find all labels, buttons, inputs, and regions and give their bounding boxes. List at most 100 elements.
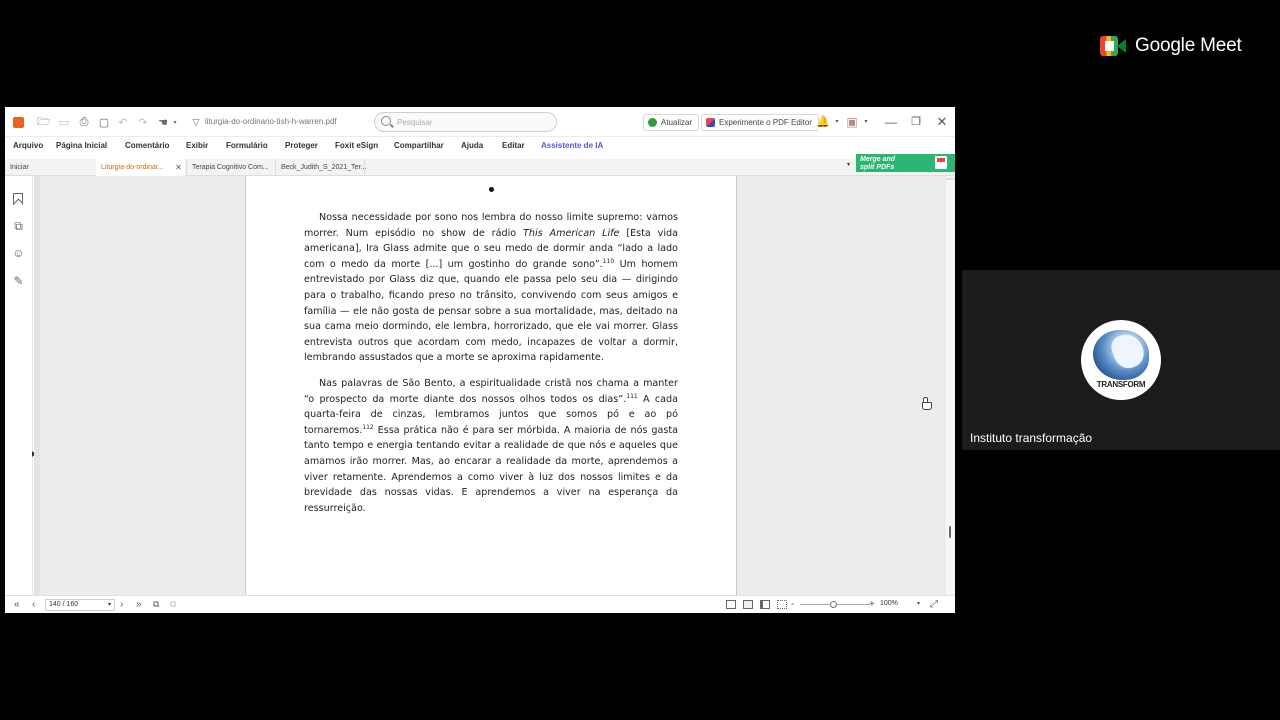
chevron-down-icon[interactable]: ▾: [168, 115, 182, 129]
next-page-icon[interactable]: ›: [120, 599, 123, 610]
menu-editar[interactable]: Editar: [502, 141, 525, 150]
tab-label: Beck_Judith_S_2021_Ter...: [281, 164, 367, 171]
search-placeholder: Pesquisar: [397, 118, 433, 127]
last-page-icon[interactable]: »: [136, 599, 142, 610]
pdf-page[interactable]: Nossa necessidade por sono nos lembra do…: [245, 176, 737, 595]
menu-assistente-ia[interactable]: Assistente de IA: [541, 141, 603, 150]
zoom-out-icon[interactable]: -: [791, 599, 794, 610]
hand-cursor-icon: [922, 397, 932, 410]
menu-comentario[interactable]: Comentário: [125, 141, 169, 150]
p1-text-c: Um homem entrevistado por Glass diz que,…: [304, 258, 678, 364]
zoom-in-icon[interactable]: +: [869, 599, 875, 610]
participant-tile[interactable]: TRANSFORM Instituto transformação: [962, 270, 1280, 450]
footnote-112[interactable]: 112: [362, 424, 373, 431]
previous-view-icon[interactable]: ⧉: [153, 599, 159, 610]
document-filename: liturgia-do-ordinario-tish-h-warren.pdf: [205, 117, 337, 126]
close-icon[interactable]: ✕: [934, 114, 950, 130]
chevron-down-icon[interactable]: ▾: [917, 599, 920, 610]
first-page-icon[interactable]: «: [14, 599, 20, 610]
open-folder-icon[interactable]: 🗁: [37, 115, 51, 129]
scrollbar-top: [946, 178, 955, 180]
pdf-editor-icon: [706, 118, 715, 127]
next-view-icon[interactable]: ⧉: [170, 599, 176, 610]
chevron-down-icon[interactable]: ▾: [829, 114, 845, 130]
thumbnail-view-icon[interactable]: [777, 600, 787, 609]
previous-page-icon[interactable]: ‹: [32, 599, 35, 610]
chevron-down-icon[interactable]: ▾: [108, 600, 111, 610]
update-label: Atualizar: [661, 118, 693, 127]
page-icon[interactable]: ▢: [97, 115, 111, 129]
single-page-view-icon[interactable]: [726, 600, 736, 609]
p2-text-c: Essa prática não é para ser mórbida. A m…: [304, 424, 678, 514]
menu-pagina-inicial[interactable]: Página Inicial: [56, 141, 107, 150]
attachment-icon[interactable]: ✎: [12, 275, 25, 288]
undo-icon[interactable]: ↶: [116, 115, 130, 129]
search-icon: [381, 116, 391, 126]
print-icon[interactable]: ⎙: [77, 115, 91, 129]
pdf-reader-window: 🗁 ▭ ⎙ ▢ ↶ ↷ ☚ ▾ ▽ liturgia-do-ordinario-…: [5, 107, 955, 613]
chevron-down-icon[interactable]: ▾: [858, 114, 874, 130]
menu-foxit-esign[interactable]: Foxit eSign: [335, 141, 378, 150]
document-canvas[interactable]: Nossa necessidade por sono nos lembra do…: [34, 176, 946, 595]
screen: 🗁 ▭ ⎙ ▢ ↶ ↷ ☚ ▾ ▽ liturgia-do-ordinario-…: [0, 0, 1280, 720]
close-tab-icon[interactable]: ✕: [175, 159, 182, 176]
tab-terapia[interactable]: Terapia Cognitivo Com...: [186, 159, 273, 176]
save-icon[interactable]: ▭: [57, 115, 71, 129]
meet-brand-text: Google Meet: [1135, 35, 1242, 56]
menu-arquivo[interactable]: Arquivo: [13, 141, 43, 150]
p1-italic-title: This American Life: [523, 227, 620, 239]
pdf-icon: [935, 156, 947, 169]
try-pdf-editor-label: Experimente o PDF Editor: [719, 118, 812, 127]
minimize-icon[interactable]: —: [883, 114, 899, 130]
tab-label: Terapia Cognitivo Com...: [192, 164, 269, 171]
avatar-logo-text: TRANSFORM: [1096, 380, 1146, 389]
tabs-dropdown-icon[interactable]: ▾: [847, 161, 850, 168]
vertical-scrollbar[interactable]: [946, 176, 955, 595]
try-pdf-editor-button[interactable]: Experimente o PDF Editor: [701, 114, 819, 131]
search-input[interactable]: Pesquisar: [374, 112, 557, 132]
tab-beck[interactable]: Beck_Judith_S_2021_Ter...: [275, 159, 367, 176]
update-icon: [648, 118, 657, 127]
zoom-level[interactable]: 100%: [880, 600, 898, 607]
comments-icon[interactable]: ☺: [12, 247, 25, 260]
bookmark-icon[interactable]: [13, 193, 23, 205]
fullscreen-icon[interactable]: ⤢: [930, 599, 938, 610]
footnote-111[interactable]: 111: [626, 392, 637, 399]
tab-liturgia[interactable]: Liturgia-do-ordinar... ✕: [96, 159, 185, 176]
paragraph-1: Nossa necessidade por sono nos lembra do…: [304, 210, 678, 366]
menu-ajuda[interactable]: Ajuda: [461, 141, 483, 150]
participant-name: Instituto transformação: [970, 431, 1093, 445]
redo-icon[interactable]: ↷: [136, 115, 150, 129]
menu-formulario[interactable]: Formulário: [226, 141, 268, 150]
page-indicator: 140 / 160: [49, 601, 79, 608]
scrollbar-thumb[interactable]: [949, 526, 951, 538]
google-meet-logo: Google Meet: [1100, 35, 1242, 57]
left-panel-bar: ⧉ ☺ ✎: [5, 176, 36, 595]
zoom-slider-handle[interactable]: [830, 601, 837, 608]
menu-compartilhar[interactable]: Compartilhar: [394, 141, 444, 150]
merge-split-banner[interactable]: Merge and split PDFs: [856, 154, 955, 172]
tab-iniciar[interactable]: Iniciar: [5, 159, 96, 176]
restore-icon[interactable]: ❐: [908, 114, 924, 130]
document-tabs: Iniciar Liturgia-do-ordinar... ✕ Terapia…: [5, 159, 955, 176]
tab-label: Iniciar: [10, 164, 29, 171]
update-button[interactable]: Atualizar: [643, 114, 700, 131]
participant-avatar: TRANSFORM: [1081, 320, 1161, 400]
canvas-gutter: [34, 176, 40, 595]
pages-icon[interactable]: ⧉: [12, 220, 25, 233]
menu-bar: Arquivo Página Inicial Comentário Exibir…: [5, 138, 955, 155]
tab-label: Liturgia-do-ordinar...: [101, 164, 164, 171]
meet-camera-icon: [1100, 36, 1126, 56]
footnote-110[interactable]: 110: [603, 258, 614, 265]
status-bar: « ‹ 140 / 160 ▾ › » ⧉ ⧉ - + 100% ▾ ⤢: [5, 595, 955, 613]
facing-view-icon[interactable]: [760, 600, 770, 609]
p2-text-a: Nas palavras de São Bento, a espirituali…: [304, 378, 678, 405]
chevron-down-icon[interactable]: ▽: [189, 115, 203, 129]
shared-screen: 🗁 ▭ ⎙ ▢ ↶ ↷ ☚ ▾ ▽ liturgia-do-ordinario-…: [0, 0, 960, 720]
menu-proteger[interactable]: Proteger: [285, 141, 318, 150]
meet-panel: Google Meet TRANSFORM Instituto transfor…: [960, 0, 1280, 720]
foxit-logo-icon: [13, 117, 24, 128]
continuous-view-icon[interactable]: [743, 600, 753, 609]
page-number-field[interactable]: 140 / 160 ▾: [45, 599, 115, 611]
menu-exibir[interactable]: Exibir: [186, 141, 208, 150]
